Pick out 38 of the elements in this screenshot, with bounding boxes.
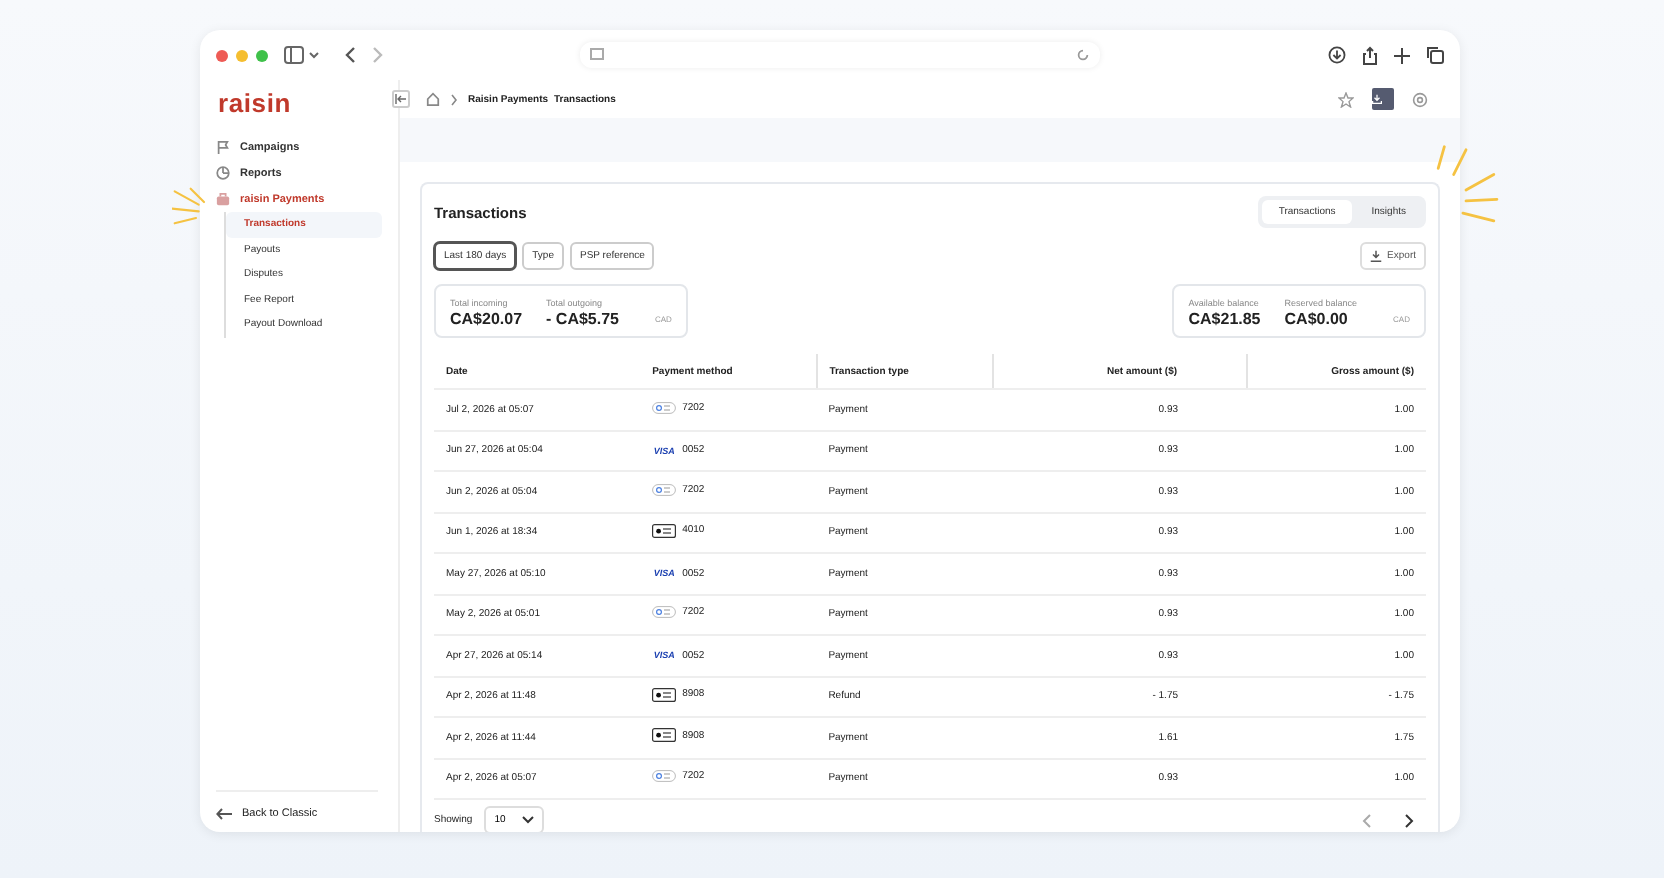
next-page-icon[interactable] xyxy=(1404,813,1414,827)
bag-icon xyxy=(216,192,230,206)
flag-icon xyxy=(216,140,230,154)
stat-value: - CA$5.75 xyxy=(546,310,619,328)
chevron-right-icon xyxy=(450,93,458,105)
settings-icon[interactable] xyxy=(1412,91,1428,107)
tabs-icon[interactable] xyxy=(1426,46,1444,64)
arrow-left-icon xyxy=(216,808,232,820)
stat-value: CA$20.07 xyxy=(450,310,523,328)
home-icon[interactable] xyxy=(426,92,440,106)
download-icon[interactable] xyxy=(1328,46,1346,64)
maximize-icon[interactable] xyxy=(256,49,268,61)
reload-icon[interactable] xyxy=(1076,48,1090,62)
logo[interactable]: raisin xyxy=(218,88,291,118)
wallet-badge-icon xyxy=(652,606,677,619)
previous-page-icon[interactable] xyxy=(1362,813,1372,827)
stat-value: CA$0.00 xyxy=(1284,310,1350,328)
chevron-down-icon xyxy=(521,816,534,824)
wallet-badge-icon xyxy=(652,401,677,414)
wallet-badge-icon xyxy=(652,687,677,702)
forward-icon[interactable] xyxy=(372,46,384,64)
download-icon xyxy=(1369,250,1382,262)
wallet-badge-icon xyxy=(652,728,677,743)
wallet-badge-icon xyxy=(652,770,677,783)
share-icon[interactable] xyxy=(1362,45,1378,65)
sidebar-toggle-icon[interactable] xyxy=(284,46,320,64)
star-icon[interactable] xyxy=(1338,91,1354,107)
stat-value: CA$21.85 xyxy=(1188,310,1261,328)
wallet-badge-icon xyxy=(652,483,677,496)
collapse-sidebar-icon[interactable] xyxy=(392,90,410,108)
page-icon xyxy=(590,48,604,62)
wallet-badge-icon xyxy=(652,523,677,538)
chart-icon xyxy=(216,166,230,180)
plus-icon[interactable] xyxy=(1394,47,1410,63)
close-icon[interactable] xyxy=(216,49,228,61)
download-button[interactable] xyxy=(1372,88,1394,110)
download-icon xyxy=(1372,92,1382,106)
back-icon[interactable] xyxy=(344,46,356,64)
